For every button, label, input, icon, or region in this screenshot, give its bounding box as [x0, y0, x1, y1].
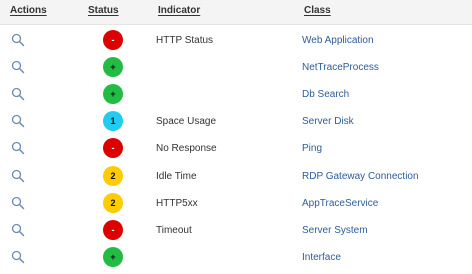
status-badge: - [103, 220, 123, 240]
table-row: 2 Idle Time RDP Gateway Connection [0, 163, 472, 190]
class-link[interactable]: RDP Gateway Connection [302, 171, 419, 182]
table-row: 1 Space Usage Server Disk [0, 108, 472, 135]
indicator-text: HTTP5xx [156, 198, 198, 209]
class-link[interactable]: Interface [302, 252, 341, 263]
status-badge: - [103, 30, 123, 50]
table-row: 2 HTTP5xx AppTraceService [0, 190, 472, 217]
table-row: + Db Search [0, 81, 472, 108]
table-row: - Timeout Server System [0, 217, 472, 244]
search-icon[interactable] [11, 223, 25, 237]
indicator-text: Timeout [156, 225, 192, 236]
column-header-indicator[interactable]: Indicator [158, 5, 200, 16]
column-header-actions[interactable]: Actions [10, 5, 47, 16]
indicator-text: Space Usage [156, 116, 217, 127]
column-header-status[interactable]: Status [88, 5, 119, 16]
class-link[interactable]: Web Application [302, 35, 374, 46]
search-icon[interactable] [11, 33, 25, 47]
search-icon[interactable] [11, 141, 25, 155]
search-icon[interactable] [11, 169, 25, 183]
class-link[interactable]: AppTraceService [302, 198, 378, 209]
status-badge: 1 [103, 111, 123, 131]
grid-header: Actions Status Indicator Class [0, 0, 472, 25]
search-icon[interactable] [11, 114, 25, 128]
status-badge: + [103, 84, 123, 104]
indicator-text: No Response [156, 143, 217, 154]
table-row: - No Response Ping [0, 135, 472, 162]
search-icon[interactable] [11, 196, 25, 210]
status-badge: 2 [103, 166, 123, 186]
class-link[interactable]: NetTraceProcess [302, 62, 379, 73]
search-icon[interactable] [11, 60, 25, 74]
search-icon[interactable] [11, 250, 25, 264]
column-header-class[interactable]: Class [304, 5, 331, 16]
class-link[interactable]: Db Search [302, 89, 349, 100]
table-row: + Interface [0, 244, 472, 271]
status-badge: 2 [103, 193, 123, 213]
alerts-grid: Actions Status Indicator Class - HTTP St… [0, 0, 472, 274]
class-link[interactable]: Server Disk [302, 116, 354, 127]
indicator-text: HTTP Status [156, 35, 214, 46]
status-badge: + [103, 57, 123, 77]
status-badge: + [103, 247, 123, 267]
table-row: - HTTP Status Web Application [0, 27, 472, 54]
class-link[interactable]: Ping [302, 143, 322, 154]
status-badge: - [103, 138, 123, 158]
search-icon[interactable] [11, 87, 25, 101]
indicator-text: Idle Time [156, 171, 197, 182]
table-row: + NetTraceProcess [0, 54, 472, 81]
class-link[interactable]: Server System [302, 225, 368, 236]
